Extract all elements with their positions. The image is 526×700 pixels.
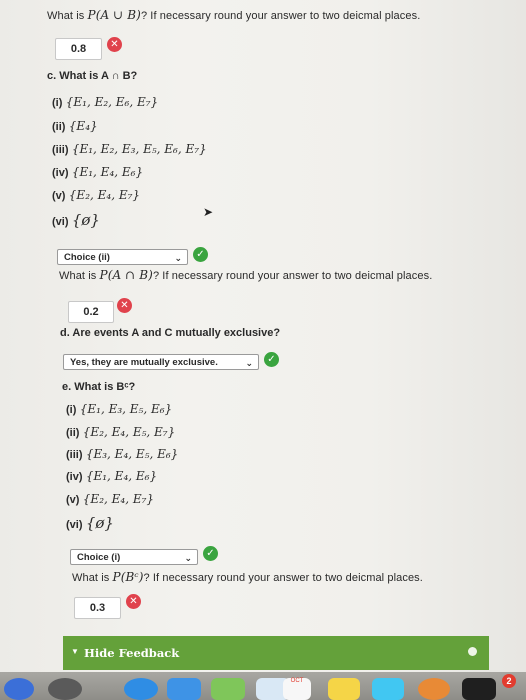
option-label: (v) xyxy=(66,494,80,506)
option-set: {E₁, E₄, E₆} xyxy=(71,165,144,179)
check-circle-icon: ✓ xyxy=(193,247,208,262)
option-label: (ii) xyxy=(52,121,66,133)
hide-feedback-bar[interactable]: ▼ Hide Feedback xyxy=(63,636,489,670)
part-c-option-5: (v) {E₂, E₄, E₇} xyxy=(52,188,140,202)
check-circle-icon: ✓ xyxy=(203,546,218,561)
part-c-select[interactable]: Choice (ii) ⌄ xyxy=(57,249,188,265)
dot-icon xyxy=(468,647,477,656)
option-label: (ii) xyxy=(66,427,80,439)
question-prefix: What is xyxy=(72,572,113,584)
part-e-option-3: (iii) {E₃, E₄, E₅, E₆} xyxy=(66,447,178,461)
question-p-a-union-b: What is P(A ∪ B)? If necessary round you… xyxy=(47,8,420,22)
calendar-icon[interactable]: OCT xyxy=(283,678,311,700)
part-c-option-4: (iv) {E₁, E₄, E₆} xyxy=(52,165,143,179)
option-set: {ø} xyxy=(85,514,114,532)
option-set: {ø} xyxy=(71,211,100,229)
question-suffix: ? If necessary round your answer to two … xyxy=(143,572,423,584)
option-label: (i) xyxy=(66,404,77,416)
maps-icon[interactable] xyxy=(211,678,245,700)
select-value: Choice (ii) xyxy=(64,252,110,263)
part-e-option-5: (v) {E₂, E₄, E₇} xyxy=(66,492,154,506)
x-circle-icon: ✕ xyxy=(126,594,141,609)
chevron-down-icon: ⌄ xyxy=(174,253,182,263)
option-label: (iii) xyxy=(52,144,69,156)
launchpad-icon[interactable] xyxy=(48,678,82,700)
question-expression: P(A ∪ B) xyxy=(87,8,141,22)
check-circle-icon: ✓ xyxy=(264,352,279,367)
part-e-option-2: (ii) {E₂, E₄, E₅, E₇} xyxy=(66,425,175,439)
option-label: (iv) xyxy=(52,167,69,179)
option-set: {E₂, E₄, E₇} xyxy=(68,188,141,202)
chevron-down-icon: ⌄ xyxy=(245,358,253,368)
chevron-down-icon: ⌄ xyxy=(184,553,192,563)
question-prefix: What is xyxy=(59,270,100,282)
option-set: {E₂, E₄, E₇} xyxy=(82,492,155,506)
app-icon[interactable] xyxy=(462,678,496,700)
option-set: {E₁, E₄, E₆} xyxy=(85,469,158,483)
x-circle-icon: ✕ xyxy=(117,298,132,313)
calendar-month: OCT xyxy=(290,678,304,684)
part-e-option-4: (iv) {E₁, E₄, E₆} xyxy=(66,469,157,483)
dock: OCT 2 xyxy=(0,672,526,700)
hide-feedback-label: Hide Feedback xyxy=(84,646,180,660)
keynote-icon[interactable] xyxy=(372,678,404,700)
option-set: {E₃, E₄, E₅, E₆} xyxy=(85,447,179,461)
part-c-heading: c. What is A ∩ B? xyxy=(47,70,138,82)
option-set: {E₁, E₃, E₅, E₆} xyxy=(79,402,173,416)
homework-page: What is P(A ∪ B)? If necessary round you… xyxy=(0,0,526,672)
part-c-option-6: (vi) {ø} xyxy=(52,211,100,229)
part-e-option-1: (i) {E₁, E₃, E₅, E₆} xyxy=(66,402,172,416)
option-label: (vi) xyxy=(52,216,69,228)
triangle-down-icon: ▼ xyxy=(71,647,79,656)
answer-field-p-a-intersect-b[interactable]: 0.2 xyxy=(68,301,114,323)
part-c-option-1: (i) {E₁, E₂, E₆, E₇} xyxy=(52,95,158,109)
option-set: {E₂, E₄, E₅, E₇} xyxy=(82,425,176,439)
option-label: (v) xyxy=(52,190,66,202)
notes-icon[interactable] xyxy=(328,678,360,700)
mail-icon[interactable] xyxy=(167,678,201,700)
part-d-heading: d. Are events A and C mutually exclusive… xyxy=(60,327,281,339)
option-label: (i) xyxy=(52,97,63,109)
question-p-a-intersect-b: What is P(A ∩ B)? If necessary round you… xyxy=(59,268,432,282)
answer-field-p-b-complement[interactable]: 0.3 xyxy=(74,597,121,619)
part-e-select[interactable]: Choice (i) ⌄ xyxy=(70,549,198,565)
option-set: {E₁, E₂, E₆, E₇} xyxy=(65,95,159,109)
safari-icon[interactable] xyxy=(124,678,158,700)
question-prefix: What is xyxy=(47,10,88,22)
part-c-option-3: (iii) {E₁, E₂, E₃, E₅, E₆, E₇} xyxy=(52,142,207,156)
option-set: {E₄} xyxy=(68,119,98,133)
finder-icon[interactable] xyxy=(4,678,34,700)
part-d-select[interactable]: Yes, they are mutually exclusive. ⌄ xyxy=(63,354,259,370)
part-e-option-6: (vi) {ø} xyxy=(66,514,114,532)
question-suffix: ? If necessary round your answer to two … xyxy=(152,270,433,282)
app-icon[interactable] xyxy=(418,678,450,700)
part-c-option-2: (ii) {E₄} xyxy=(52,119,98,133)
option-label: (vi) xyxy=(66,519,83,531)
notification-badge: 2 xyxy=(502,674,516,688)
select-value: Choice (i) xyxy=(77,552,121,563)
question-expression: P(A ∩ B) xyxy=(99,268,153,282)
question-p-b-complement: What is P(Bᶜ)? If necessary round your a… xyxy=(72,570,423,584)
question-suffix: ? If necessary round your answer to two … xyxy=(140,10,421,22)
question-expression: P(Bᶜ) xyxy=(112,570,144,584)
mouse-cursor-icon: ➤ xyxy=(203,205,214,219)
option-label: (iii) xyxy=(66,449,83,461)
x-circle-icon: ✕ xyxy=(107,37,122,52)
answer-field-p-a-union-b[interactable]: 0.8 xyxy=(55,38,102,60)
option-label: (iv) xyxy=(66,471,83,483)
option-set: {E₁, E₂, E₃, E₅, E₆, E₇} xyxy=(71,142,207,156)
part-e-heading: e. What is Bᶜ? xyxy=(62,381,136,393)
select-value: Yes, they are mutually exclusive. xyxy=(70,357,218,368)
